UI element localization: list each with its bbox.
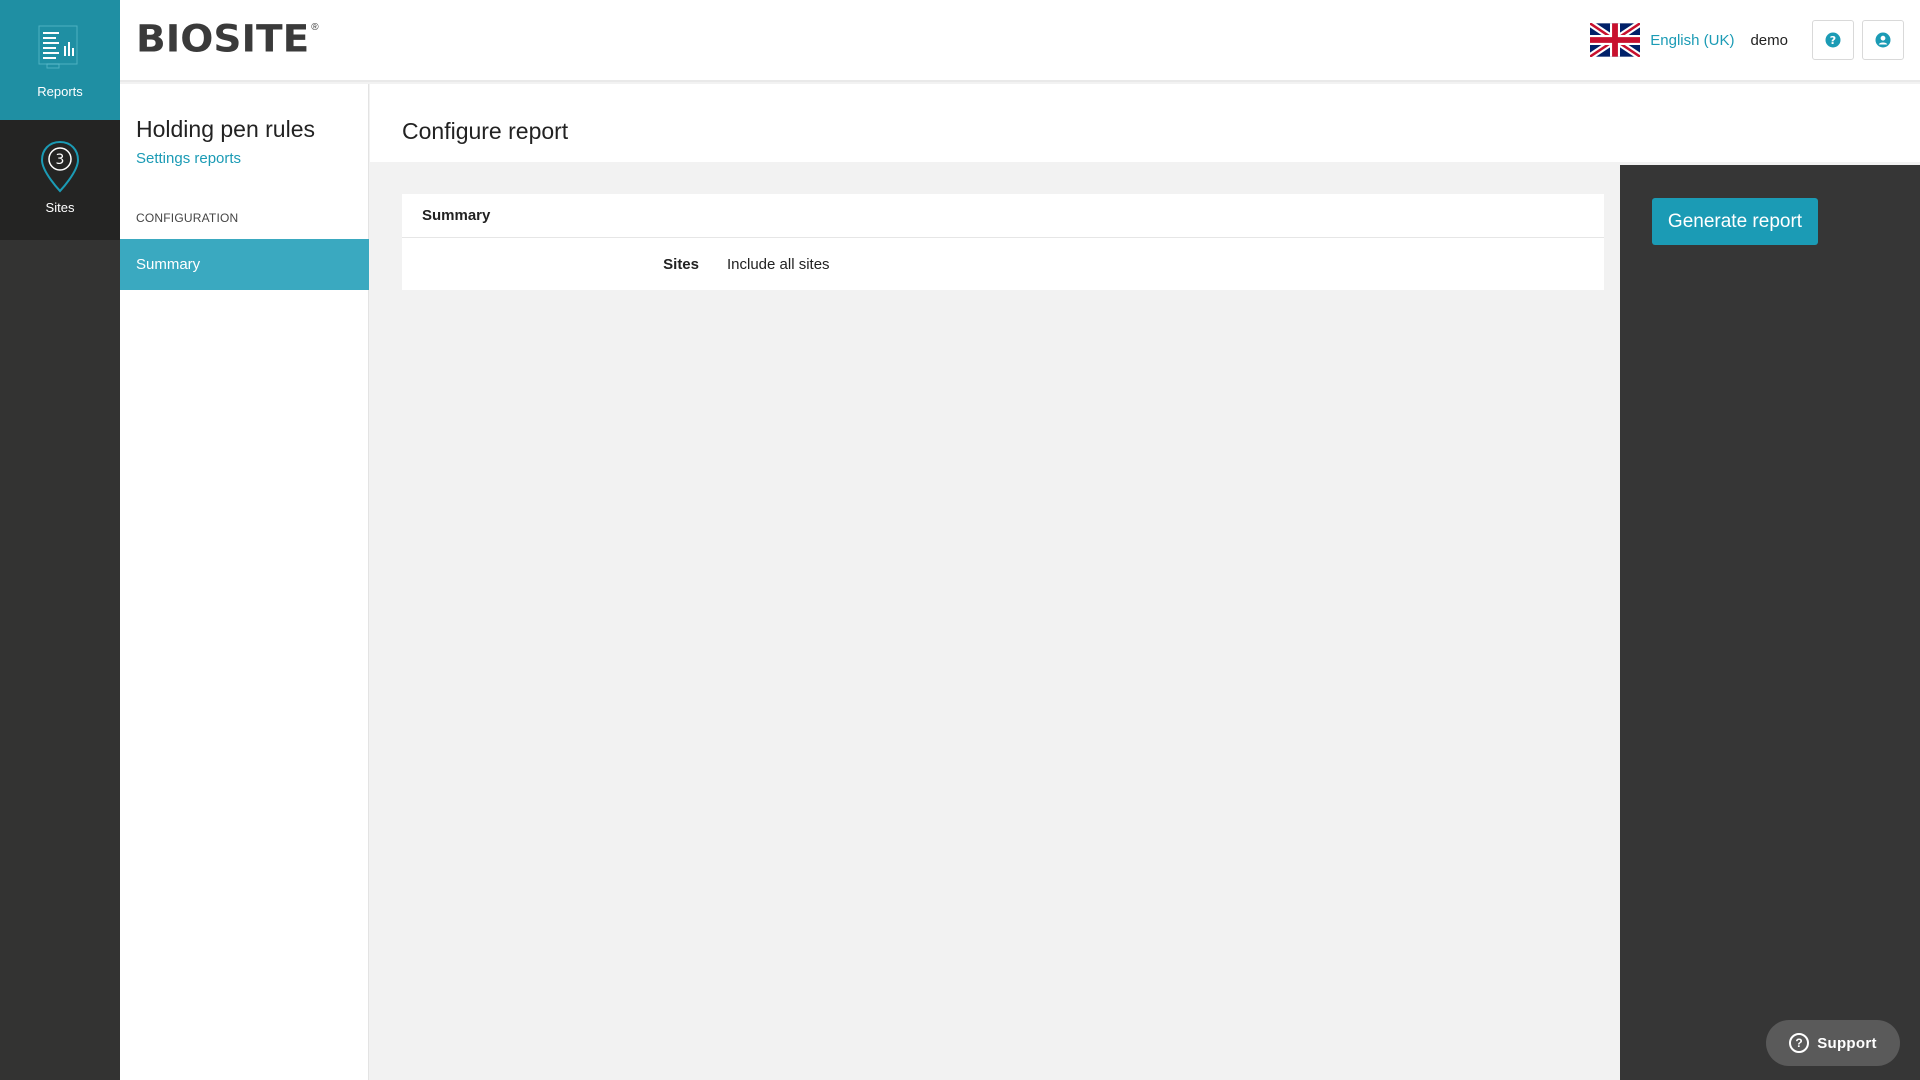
rail-label-reports: Reports [37, 84, 83, 99]
report-sidebar: Holding pen rules Settings reports CONFI… [120, 84, 369, 1080]
main-header: Configure report [370, 84, 1920, 162]
report-title: Holding pen rules [136, 116, 316, 142]
rail-label-sites: Sites [45, 200, 75, 215]
help-icon: ? [1825, 32, 1841, 48]
svg-text:?: ? [1830, 34, 1836, 47]
sites-count: 3 [56, 152, 65, 168]
support-button[interactable]: ? Support [1766, 1020, 1900, 1066]
question-circle-icon: ? [1789, 1033, 1810, 1053]
help-button[interactable]: ? [1812, 20, 1854, 60]
rail-item-reports[interactable]: Reports [0, 0, 120, 120]
username: demo [1750, 31, 1788, 49]
generate-report-button[interactable]: Generate report [1652, 198, 1818, 245]
reports-chart-icon [33, 22, 87, 76]
sites-value: Include all sites [727, 255, 830, 273]
logo-text: BIOSITE [136, 18, 310, 61]
summary-row: Sites Include all sites [402, 238, 1604, 290]
page-title: Configure report [402, 118, 569, 144]
map-pin-icon: 3 [33, 140, 87, 194]
support-label: Support [1817, 1034, 1877, 1052]
sidebar-item-summary[interactable]: Summary [120, 239, 369, 290]
top-header: BIOSITE ® English (UK) demo ? [120, 0, 1920, 82]
settings-reports-link[interactable]: Settings reports [136, 150, 241, 167]
rail-item-sites[interactable]: 3 Sites [0, 120, 120, 240]
summary-card: Summary Sites Include all sites [402, 194, 1604, 290]
app-rail: Reports 3 Sites [0, 0, 120, 1080]
actions-panel: Generate report [1620, 165, 1920, 1080]
logo-registered-mark: ® [311, 22, 319, 33]
language-selector[interactable]: English (UK) [1650, 32, 1734, 49]
uk-flag-icon[interactable] [1590, 23, 1641, 57]
user-menu-button[interactable] [1862, 20, 1904, 60]
summary-heading: Summary [402, 194, 1604, 238]
user-icon [1875, 32, 1891, 48]
section-label: CONFIGURATION [136, 211, 239, 225]
sites-label: Sites [663, 255, 699, 273]
header-controls: English (UK) demo ? [1590, 20, 1904, 60]
biosite-logo[interactable]: BIOSITE ® [136, 20, 319, 59]
